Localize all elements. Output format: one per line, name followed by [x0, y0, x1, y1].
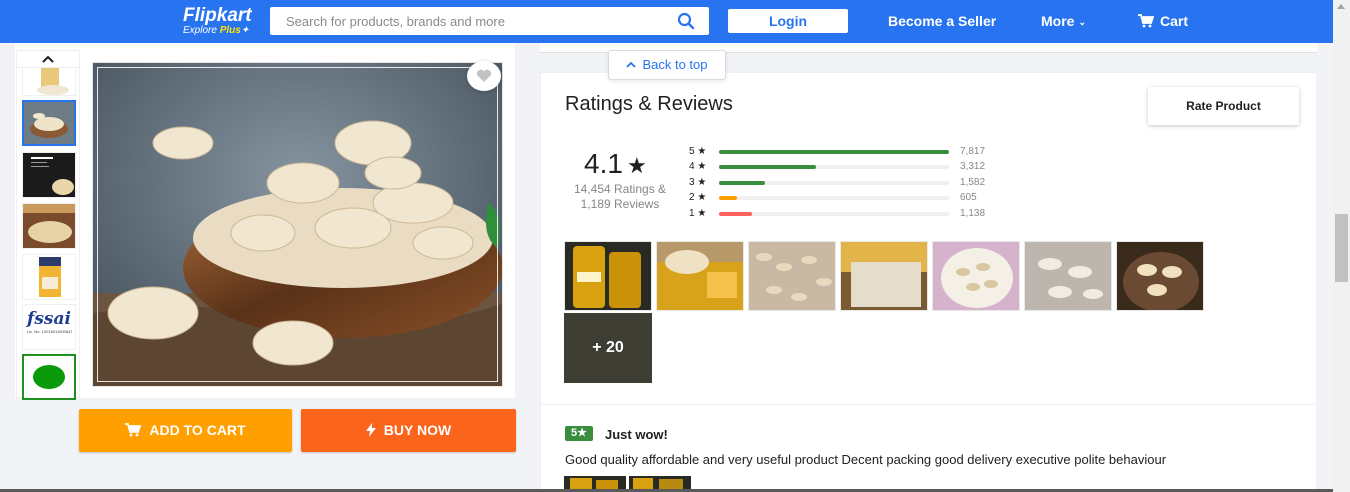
review-rating-badge: 5★ [565, 426, 593, 441]
average-rating-value: 4.1 [584, 148, 623, 179]
rating-bar-fill [719, 196, 737, 200]
chevron-down-icon: ⌄ [1078, 17, 1086, 27]
logo-tagline-plus: Plus [219, 25, 241, 36]
rating-bar-label: 4 ★ [689, 161, 707, 172]
more-label: More [1041, 13, 1075, 29]
scrollbar-thumb[interactable] [1335, 214, 1348, 282]
product-main-image[interactable] [92, 62, 503, 387]
rating-bar-count: 1,582 [960, 177, 986, 188]
rating-bar-track [719, 181, 949, 185]
rating-summary: 14,454 Ratings & 1,189 Reviews [566, 182, 674, 212]
cart-icon [1138, 14, 1155, 31]
become-seller-link[interactable]: Become a Seller [888, 13, 996, 29]
thumbnail-cashew-bowl[interactable] [22, 100, 76, 146]
logo-wordmark: Flipkart [183, 5, 252, 26]
add-to-cart-button[interactable]: ADD TO CART [79, 409, 292, 452]
section-divider [540, 404, 1317, 405]
fssai-license: Lic. No. 10016011000647 [27, 329, 73, 334]
rating-bar-fill [719, 181, 765, 185]
chevron-up-icon [42, 55, 54, 63]
add-to-cart-label: ADD TO CART [149, 422, 246, 438]
customer-photo[interactable] [564, 241, 652, 311]
rating-bar-track [719, 196, 949, 200]
customer-photo[interactable] [840, 241, 928, 311]
more-photos-label: + 20 [592, 339, 624, 356]
thumbnail-scroll-up[interactable] [16, 50, 80, 68]
thumbnail-veg-symbol[interactable] [22, 354, 76, 400]
image-frame [97, 67, 498, 382]
wishlist-button[interactable] [467, 61, 501, 91]
search-box [270, 7, 709, 35]
thumbnail-cashew-tray[interactable] [22, 203, 76, 249]
search-icon[interactable] [677, 12, 695, 35]
cart-icon [125, 423, 142, 437]
more-menu[interactable]: More ⌄ [1041, 13, 1086, 29]
rating-bar-track [719, 212, 949, 216]
flipkart-logo[interactable]: Flipkart Explore Plus✦ [183, 6, 252, 36]
thumbnail-cashew-pack[interactable] [22, 68, 76, 96]
reviews-count: 1,189 Reviews [580, 197, 660, 211]
review-title: Just wow! [605, 427, 668, 442]
login-button[interactable]: Login [728, 9, 848, 33]
veg-symbol-icon [33, 365, 65, 389]
average-rating: 4.1 ★ [584, 148, 647, 180]
thumbnail-cashew-pouch[interactable] [22, 254, 76, 300]
rating-bar-count: 1,138 [960, 208, 986, 219]
customer-photo[interactable] [1116, 241, 1204, 311]
rate-product-button[interactable]: Rate Product [1148, 87, 1299, 125]
buy-now-label: BUY NOW [383, 422, 452, 438]
rating-bar-label: 1 ★ [689, 208, 707, 219]
back-to-top-label: Back to top [642, 57, 708, 72]
cart-link[interactable]: Cart [1138, 13, 1188, 31]
scroll-up-arrow-icon[interactable] [1337, 4, 1345, 9]
customer-photo[interactable] [1024, 241, 1112, 311]
thumbnail-nutrition-label[interactable] [22, 152, 76, 198]
cart-label: Cart [1160, 13, 1189, 29]
rating-bar-label: 2 ★ [689, 192, 707, 203]
plus-icon: ✦ [240, 25, 250, 36]
heart-icon [476, 69, 492, 82]
back-to-top-button[interactable]: Back to top [608, 50, 726, 80]
rating-bar-count: 605 [960, 192, 977, 203]
buy-now-button[interactable]: BUY NOW [301, 409, 516, 452]
fssai-logo-text: fssai [27, 309, 71, 329]
logo-tagline-explore: Explore [183, 25, 217, 36]
rating-bar-count: 3,312 [960, 161, 986, 172]
logo-tagline: Explore Plus✦ [183, 26, 252, 36]
ratings-count: 14,454 Ratings & [573, 182, 667, 196]
more-photos-tile[interactable]: + 20 [564, 313, 652, 383]
review-text: Good quality affordable and very useful … [565, 452, 1167, 467]
rating-bar-fill [719, 150, 949, 154]
rating-bar-count: 7,817 [960, 146, 986, 157]
section-title: Ratings & Reviews [565, 93, 733, 115]
thumbnail-fssai-logo[interactable]: fssai Lic. No. 10016011000647 [22, 304, 76, 350]
star-icon: ★ [626, 153, 647, 178]
rating-bar-fill [719, 212, 753, 216]
customer-photo[interactable] [932, 241, 1020, 311]
rating-bar-track [719, 150, 949, 154]
customer-photo[interactable] [748, 241, 836, 311]
customer-photo[interactable] [656, 241, 744, 311]
rating-bar-fill [719, 165, 816, 169]
chevron-up-icon [626, 61, 637, 68]
search-input[interactable] [270, 7, 660, 35]
rating-bar-track [719, 165, 949, 169]
lightning-icon [365, 423, 376, 437]
rating-bar-label: 3 ★ [689, 177, 707, 188]
rating-bar-label: 5 ★ [689, 146, 707, 157]
